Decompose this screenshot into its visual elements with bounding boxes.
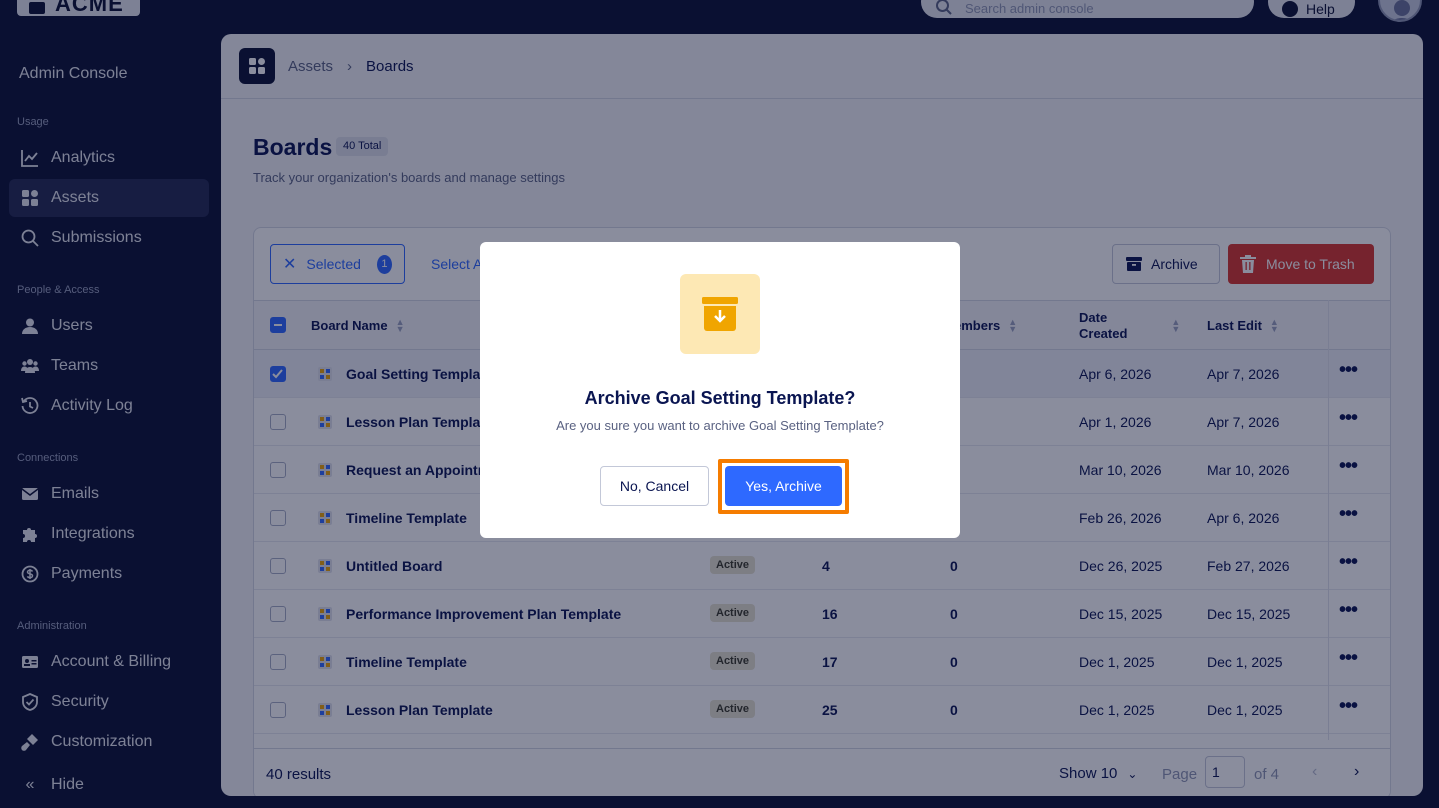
dialog-title: Archive Goal Setting Template? <box>584 388 856 408</box>
confirm-archive-button[interactable]: Yes, Archive <box>725 466 842 506</box>
archive-box-icon <box>680 274 760 354</box>
cancel-button[interactable]: No, Cancel <box>600 466 709 506</box>
dialog-message: Are you sure you want to archive Goal Se… <box>556 418 884 433</box>
archive-confirm-dialog: Archive Goal Setting Template? Are you s… <box>480 242 960 538</box>
